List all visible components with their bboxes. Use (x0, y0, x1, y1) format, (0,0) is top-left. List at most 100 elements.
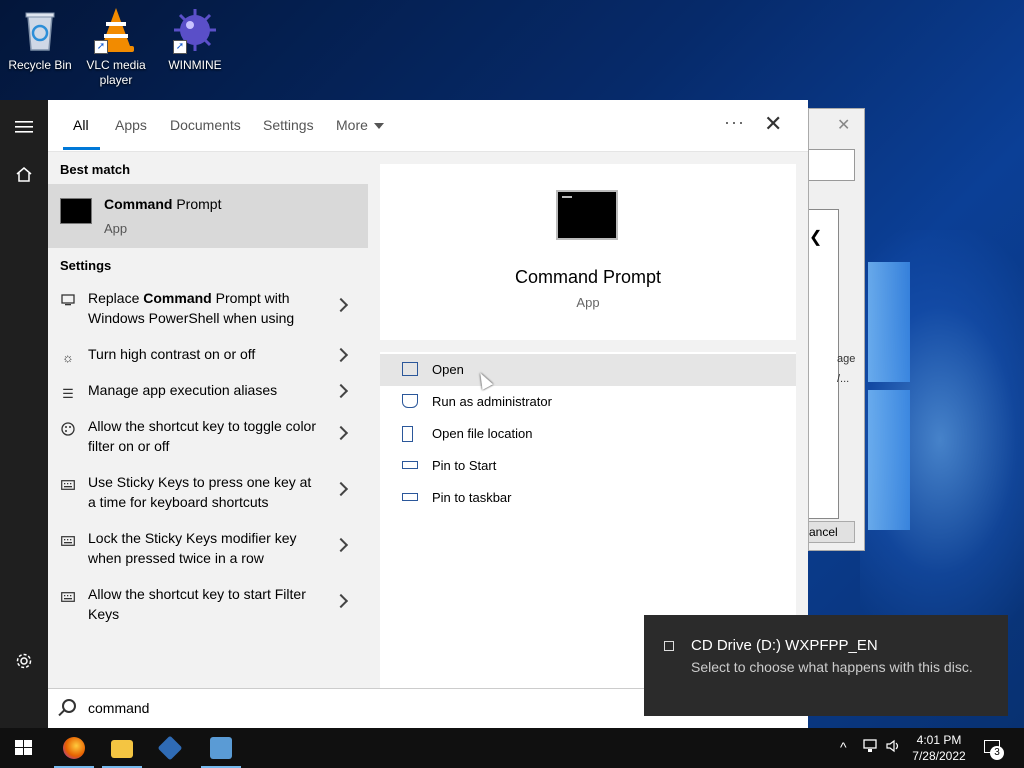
settings-result-item[interactable]: Replace Command Prompt with Windows Powe… (48, 288, 368, 340)
open-icon (402, 362, 418, 376)
chevron-right-icon (333, 297, 349, 313)
best-match-title: Command Prompt (104, 196, 221, 212)
settings-result-text: Replace (88, 290, 144, 306)
background-window-panel (809, 209, 839, 519)
notification-count-badge: 3 (990, 746, 1004, 760)
taskbar-control-panel[interactable] (197, 728, 245, 768)
background-window-text-line: age (837, 353, 856, 365)
volume-icon[interactable] (886, 739, 902, 756)
gear-icon[interactable] (12, 652, 36, 676)
settings-result-label: Manage app execution aliases (88, 382, 278, 398)
cd-drive-icon (664, 641, 674, 651)
open-button[interactable]: Open (380, 354, 796, 386)
settings-result-item[interactable]: Lock the Sticky Keys modifier key when p… (48, 528, 368, 580)
background-window[interactable]: ✕ ❮ age /... ancel (808, 108, 865, 551)
action-label: Pin to taskbar (432, 490, 512, 505)
keyboard-icon (60, 534, 76, 550)
command-prompt-icon (556, 190, 618, 240)
taskbar-firefox[interactable] (50, 728, 98, 768)
open-file-location-button[interactable]: Open file location (380, 418, 796, 450)
keyboard-icon (60, 478, 76, 494)
close-icon[interactable]: ✕ (764, 112, 782, 136)
tab-settings[interactable]: Settings (263, 117, 314, 133)
best-match-item[interactable]: Command Prompt App (48, 184, 368, 248)
settings-result-label: Turn high contrast on or off (88, 346, 256, 362)
notification-toast[interactable]: CD Drive (D:) WXPFPP_EN Select to choose… (644, 615, 1008, 716)
hamburger-icon[interactable] (12, 116, 36, 140)
pin-icon (402, 493, 418, 501)
pin-to-start-button[interactable]: Pin to Start (380, 450, 796, 482)
search-input[interactable]: command (88, 700, 149, 716)
file-location-icon (402, 426, 413, 442)
chevron-right-icon (333, 593, 349, 609)
chevron-right-icon (333, 425, 349, 441)
action-label: Pin to Start (432, 458, 497, 473)
active-tab-indicator (63, 147, 100, 150)
background-window-cancel-button[interactable]: ancel (809, 521, 855, 543)
system-clock[interactable]: 4:01 PM 7/28/2022 (904, 732, 974, 764)
background-window-text-line: /... (837, 373, 850, 385)
clock-time: 4:01 PM (916, 733, 962, 747)
results-list: Best match Command Prompt App Settings R… (48, 152, 368, 688)
settings-result-item[interactable]: Allow the shortcut key to start Filter K… (48, 584, 368, 636)
home-icon[interactable] (12, 164, 36, 188)
desktop-icon-winmine[interactable]: ➚ WINMINE (155, 6, 235, 73)
background-window-field[interactable] (809, 149, 855, 181)
tab-more[interactable]: More (336, 117, 384, 133)
settings-result-label: Use Sticky Keys to press one key at a ti… (88, 474, 312, 510)
tab-all[interactable]: All (73, 117, 89, 133)
list-icon: ☰ (62, 386, 74, 401)
background-window-text: age /... (837, 349, 855, 389)
taskbar-virtualbox[interactable] (146, 728, 194, 768)
back-arrow-icon[interactable]: ❮ (809, 227, 822, 247)
settings-result-item[interactable]: Allow the shortcut key to toggle color f… (48, 416, 368, 468)
background-window-close-icon[interactable]: ✕ (837, 115, 850, 135)
shortcut-arrow-icon: ➚ (173, 40, 187, 54)
taskbar-file-explorer[interactable] (98, 728, 146, 768)
windows-logo-pane (24, 748, 32, 755)
chevron-right-icon (333, 537, 349, 553)
wallpaper-pane (868, 262, 910, 382)
run-as-administrator-button[interactable]: Run as administrator (380, 386, 796, 418)
settings-result-item[interactable]: Use Sticky Keys to press one key at a ti… (48, 472, 368, 524)
chevron-down-icon (373, 123, 384, 130)
windows-start-icon[interactable] (15, 740, 33, 756)
tray-chevron-up-icon[interactable]: ^ (840, 739, 847, 755)
network-icon[interactable] (862, 739, 878, 756)
settings-result-text-bold: Command (143, 290, 212, 306)
tab-documents[interactable]: Documents (170, 117, 241, 133)
brightness-icon: ☼ (62, 350, 74, 365)
virtualbox-icon (157, 735, 183, 761)
preview-subtitle: App (576, 295, 600, 310)
desktop-icon-label: WINMINE (168, 58, 222, 72)
control-panel-icon (210, 737, 232, 759)
desktop-icon-recycle-bin[interactable]: Recycle Bin (0, 6, 80, 73)
folder-icon (111, 740, 133, 758)
desktop-icon-label: VLC media player (86, 58, 146, 87)
best-match-subtitle: App (104, 221, 128, 236)
monitor-icon (60, 294, 76, 310)
pin-icon (402, 461, 418, 469)
tab-more-label: More (336, 117, 368, 133)
toast-body: Select to choose what happens with this … (691, 659, 973, 675)
command-prompt-icon (60, 198, 92, 224)
more-options-icon[interactable]: ··· (724, 112, 745, 133)
toast-title: CD Drive (D:) WXPFPP_EN (691, 637, 878, 654)
settings-result-label: Lock the Sticky Keys modifier key when p… (88, 530, 297, 566)
taskbar: ^ 4:01 PM 7/28/2022 3 (0, 728, 1024, 768)
shortcut-arrow-icon: ➚ (94, 40, 108, 54)
firefox-icon (63, 737, 85, 759)
pin-to-taskbar-button[interactable]: Pin to taskbar (380, 482, 796, 514)
desktop-icon-vlc[interactable]: ➚ VLC media player (76, 6, 156, 88)
best-match-title-bold: Command (104, 196, 173, 212)
settings-heading: Settings (60, 258, 112, 273)
recycle-bin-icon (16, 6, 64, 54)
settings-result-label: Allow the shortcut key to toggle color f… (88, 418, 317, 454)
tab-apps[interactable]: Apps (115, 117, 147, 133)
desktop-icon-label: Recycle Bin (8, 58, 72, 72)
action-label: Open (432, 362, 464, 377)
settings-result-label: Replace Command Prompt with Windows Powe… (88, 288, 318, 328)
best-match-title-rest: Prompt (172, 196, 222, 212)
best-match-heading: Best match (60, 162, 131, 177)
chevron-right-icon (333, 347, 349, 363)
